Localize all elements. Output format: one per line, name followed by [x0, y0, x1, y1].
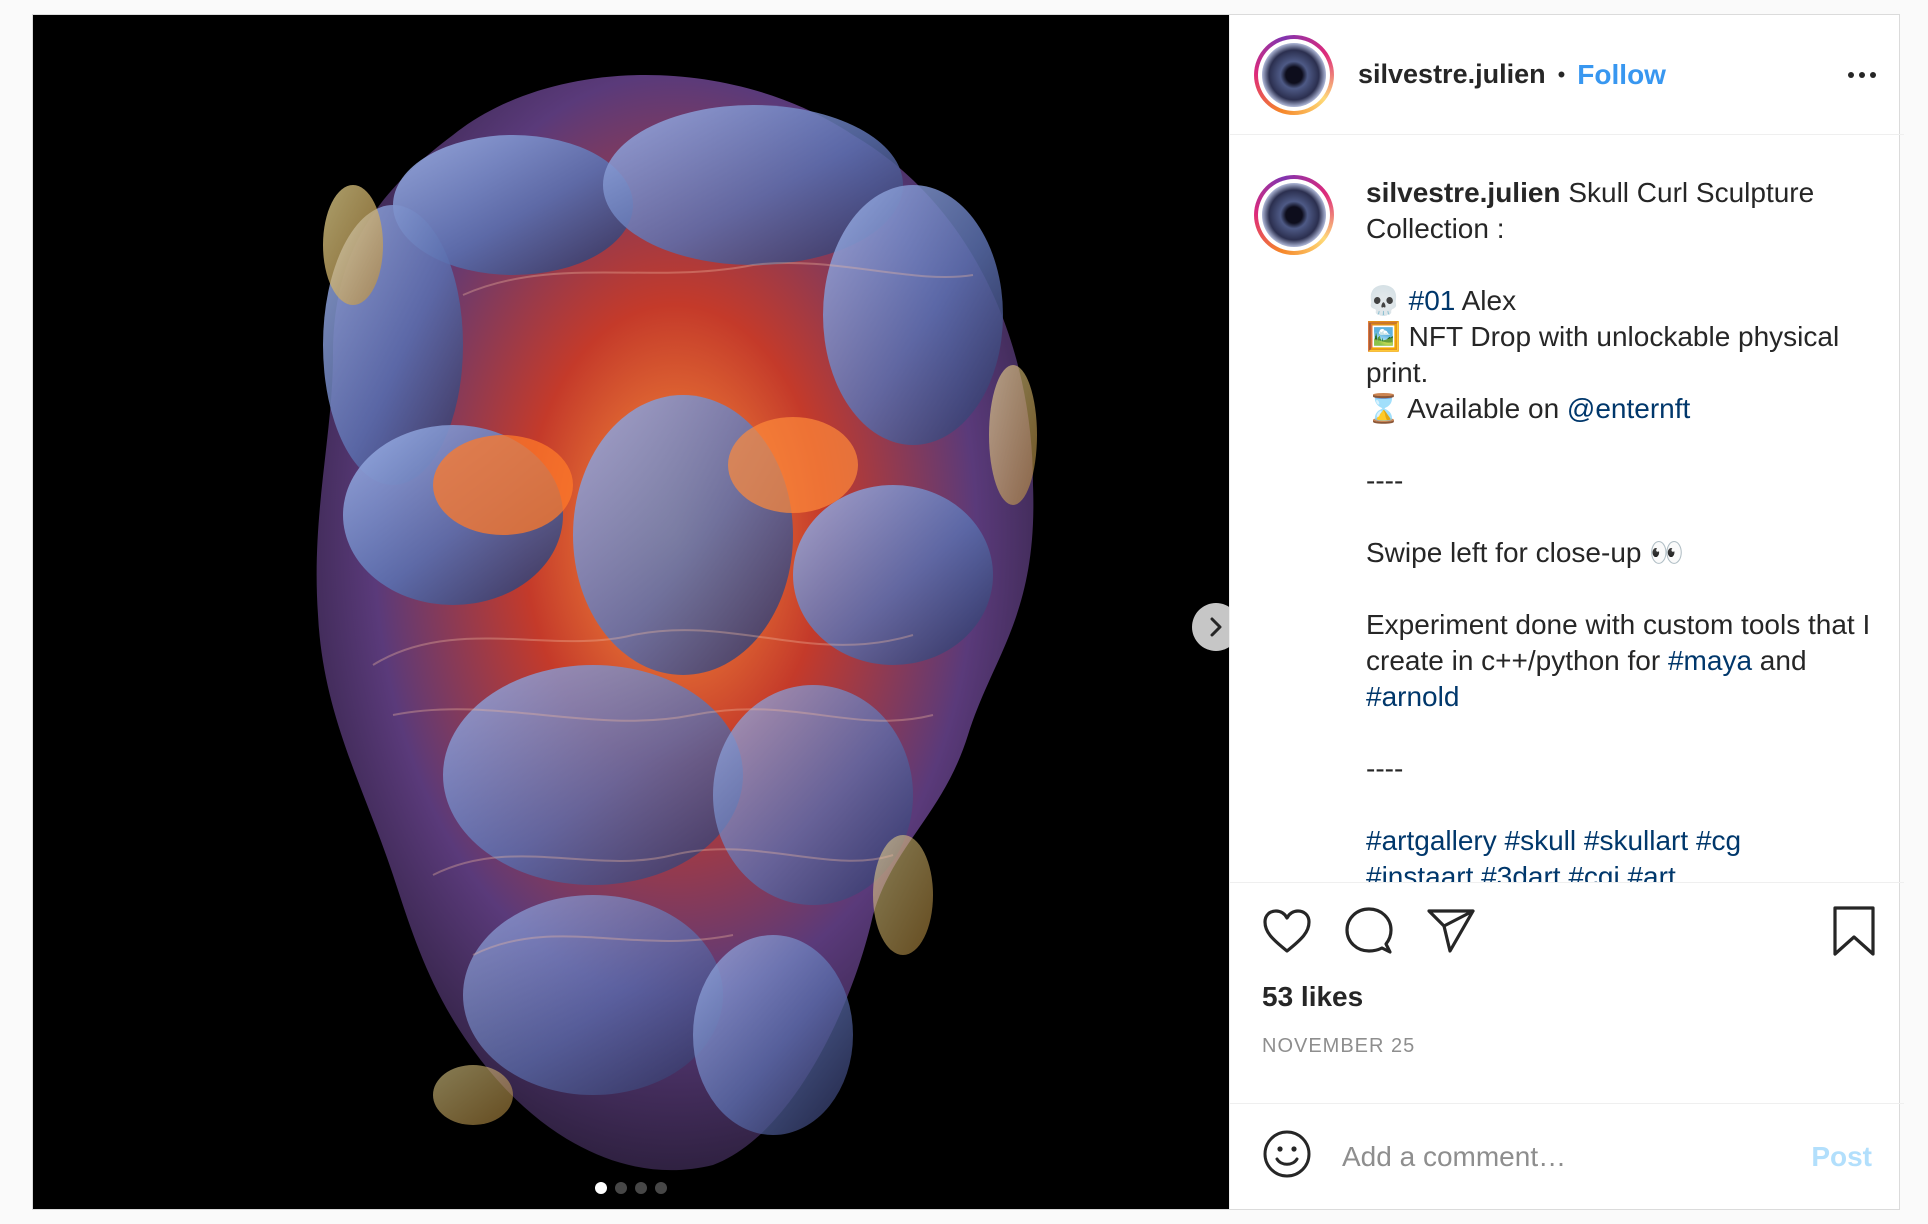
- carousel-dot: [655, 1182, 667, 1194]
- caption-text: [1576, 825, 1584, 856]
- more-options-icon[interactable]: [1848, 71, 1876, 78]
- username-link[interactable]: silvestre.julien: [1358, 59, 1546, 90]
- chevron-right-icon: [1210, 617, 1222, 637]
- post-media[interactable]: [33, 15, 1229, 1209]
- caption-text: [1688, 825, 1696, 856]
- heart-icon: [1263, 909, 1311, 953]
- emoji-button[interactable]: [1262, 1129, 1312, 1184]
- caption-text: and: [1752, 645, 1815, 676]
- post-comment-button[interactable]: Post: [1811, 1141, 1872, 1173]
- comment-button[interactable]: [1344, 906, 1394, 956]
- bookmark-icon: [1833, 906, 1875, 956]
- caption-line: #instaart #3dart #cgi #art: [1366, 859, 1876, 882]
- skull-sculpture-image: [316, 75, 1037, 1171]
- caption-hashtag-link[interactable]: #instaart #3dart #cgi #art: [1366, 861, 1676, 882]
- likes-count[interactable]: 53 likes: [1230, 981, 1904, 1013]
- caption-text: ----: [1366, 753, 1404, 784]
- avatar[interactable]: [1254, 34, 1334, 115]
- caption-line: 🖼️ NFT Drop with unlockable physical pri…: [1366, 319, 1876, 391]
- share-button[interactable]: [1426, 908, 1476, 954]
- post-header: silvestre.julien • Follow: [1230, 15, 1904, 135]
- caption-text: 💀: [1366, 285, 1409, 316]
- comment-composer: Post: [1230, 1103, 1904, 1209]
- caption-hashtag-link[interactable]: #skull: [1505, 825, 1577, 856]
- carousel-dot: [635, 1182, 647, 1194]
- caption-line: ⌛ Available on @enternft: [1366, 391, 1876, 427]
- like-button[interactable]: [1262, 908, 1312, 954]
- caption-hashtag-link[interactable]: #arnold: [1366, 681, 1459, 712]
- post-card: silvestre.julien • Follow silvestre.juli…: [32, 14, 1904, 1210]
- caption-line: silvestre.julien Skull Curl Sculpture Co…: [1366, 175, 1876, 247]
- caption-text: ----: [1366, 465, 1404, 496]
- comments-area: silvestre.julien Skull Curl Sculpture Co…: [1230, 135, 1904, 883]
- caption-text: [1497, 825, 1505, 856]
- post-caption: silvestre.julien Skull Curl Sculpture Co…: [1366, 175, 1876, 882]
- caption-hashtag-link[interactable]: #skullart: [1584, 825, 1688, 856]
- carousel-indicator: [33, 1182, 1229, 1194]
- separator-dot: •: [1557, 61, 1566, 87]
- action-bar: [1230, 883, 1904, 979]
- carousel-dot: [595, 1182, 607, 1194]
- caption-text: Swipe left for close-up 👀: [1366, 537, 1685, 568]
- caption-line: Experiment done with custom tools that I…: [1366, 607, 1876, 715]
- caption-line: #artgallery #skull #skullart #cg: [1366, 823, 1876, 859]
- post-side-panel: silvestre.julien • Follow silvestre.juli…: [1229, 15, 1904, 1209]
- caption-hashtag-link[interactable]: #01: [1409, 285, 1456, 316]
- caption-hashtag-link[interactable]: #artgallery: [1366, 825, 1497, 856]
- caption-line: ----: [1366, 751, 1876, 787]
- caption-text: Alex: [1455, 285, 1517, 316]
- caption-text: ⌛ Available on: [1366, 393, 1567, 424]
- caption-hashtag-link[interactable]: @enternft: [1567, 393, 1690, 424]
- emoji-icon: [1263, 1130, 1311, 1178]
- caption-line: Swipe left for close-up 👀: [1366, 535, 1876, 571]
- avatar-image: [1262, 183, 1326, 247]
- caption-hashtag-link[interactable]: #cg: [1696, 825, 1741, 856]
- post-date[interactable]: NOVEMBER 25: [1230, 1035, 1904, 1058]
- comment-input[interactable]: [1342, 1140, 1812, 1173]
- caption-username-link[interactable]: silvestre.julien: [1366, 177, 1561, 208]
- caption-avatar[interactable]: [1254, 175, 1334, 255]
- caption-line: 💀 #01 Alex: [1366, 283, 1876, 319]
- share-icon: [1427, 909, 1475, 953]
- caption-text: 🖼️ NFT Drop with unlockable physical pri…: [1366, 321, 1847, 388]
- save-button[interactable]: [1832, 905, 1876, 957]
- comment-icon: [1345, 907, 1393, 954]
- avatar-image: [1262, 42, 1326, 107]
- caption-line: ----: [1366, 463, 1876, 499]
- caption-hashtag-link[interactable]: #maya: [1668, 645, 1752, 676]
- carousel-dot: [615, 1182, 627, 1194]
- follow-button[interactable]: Follow: [1577, 59, 1666, 91]
